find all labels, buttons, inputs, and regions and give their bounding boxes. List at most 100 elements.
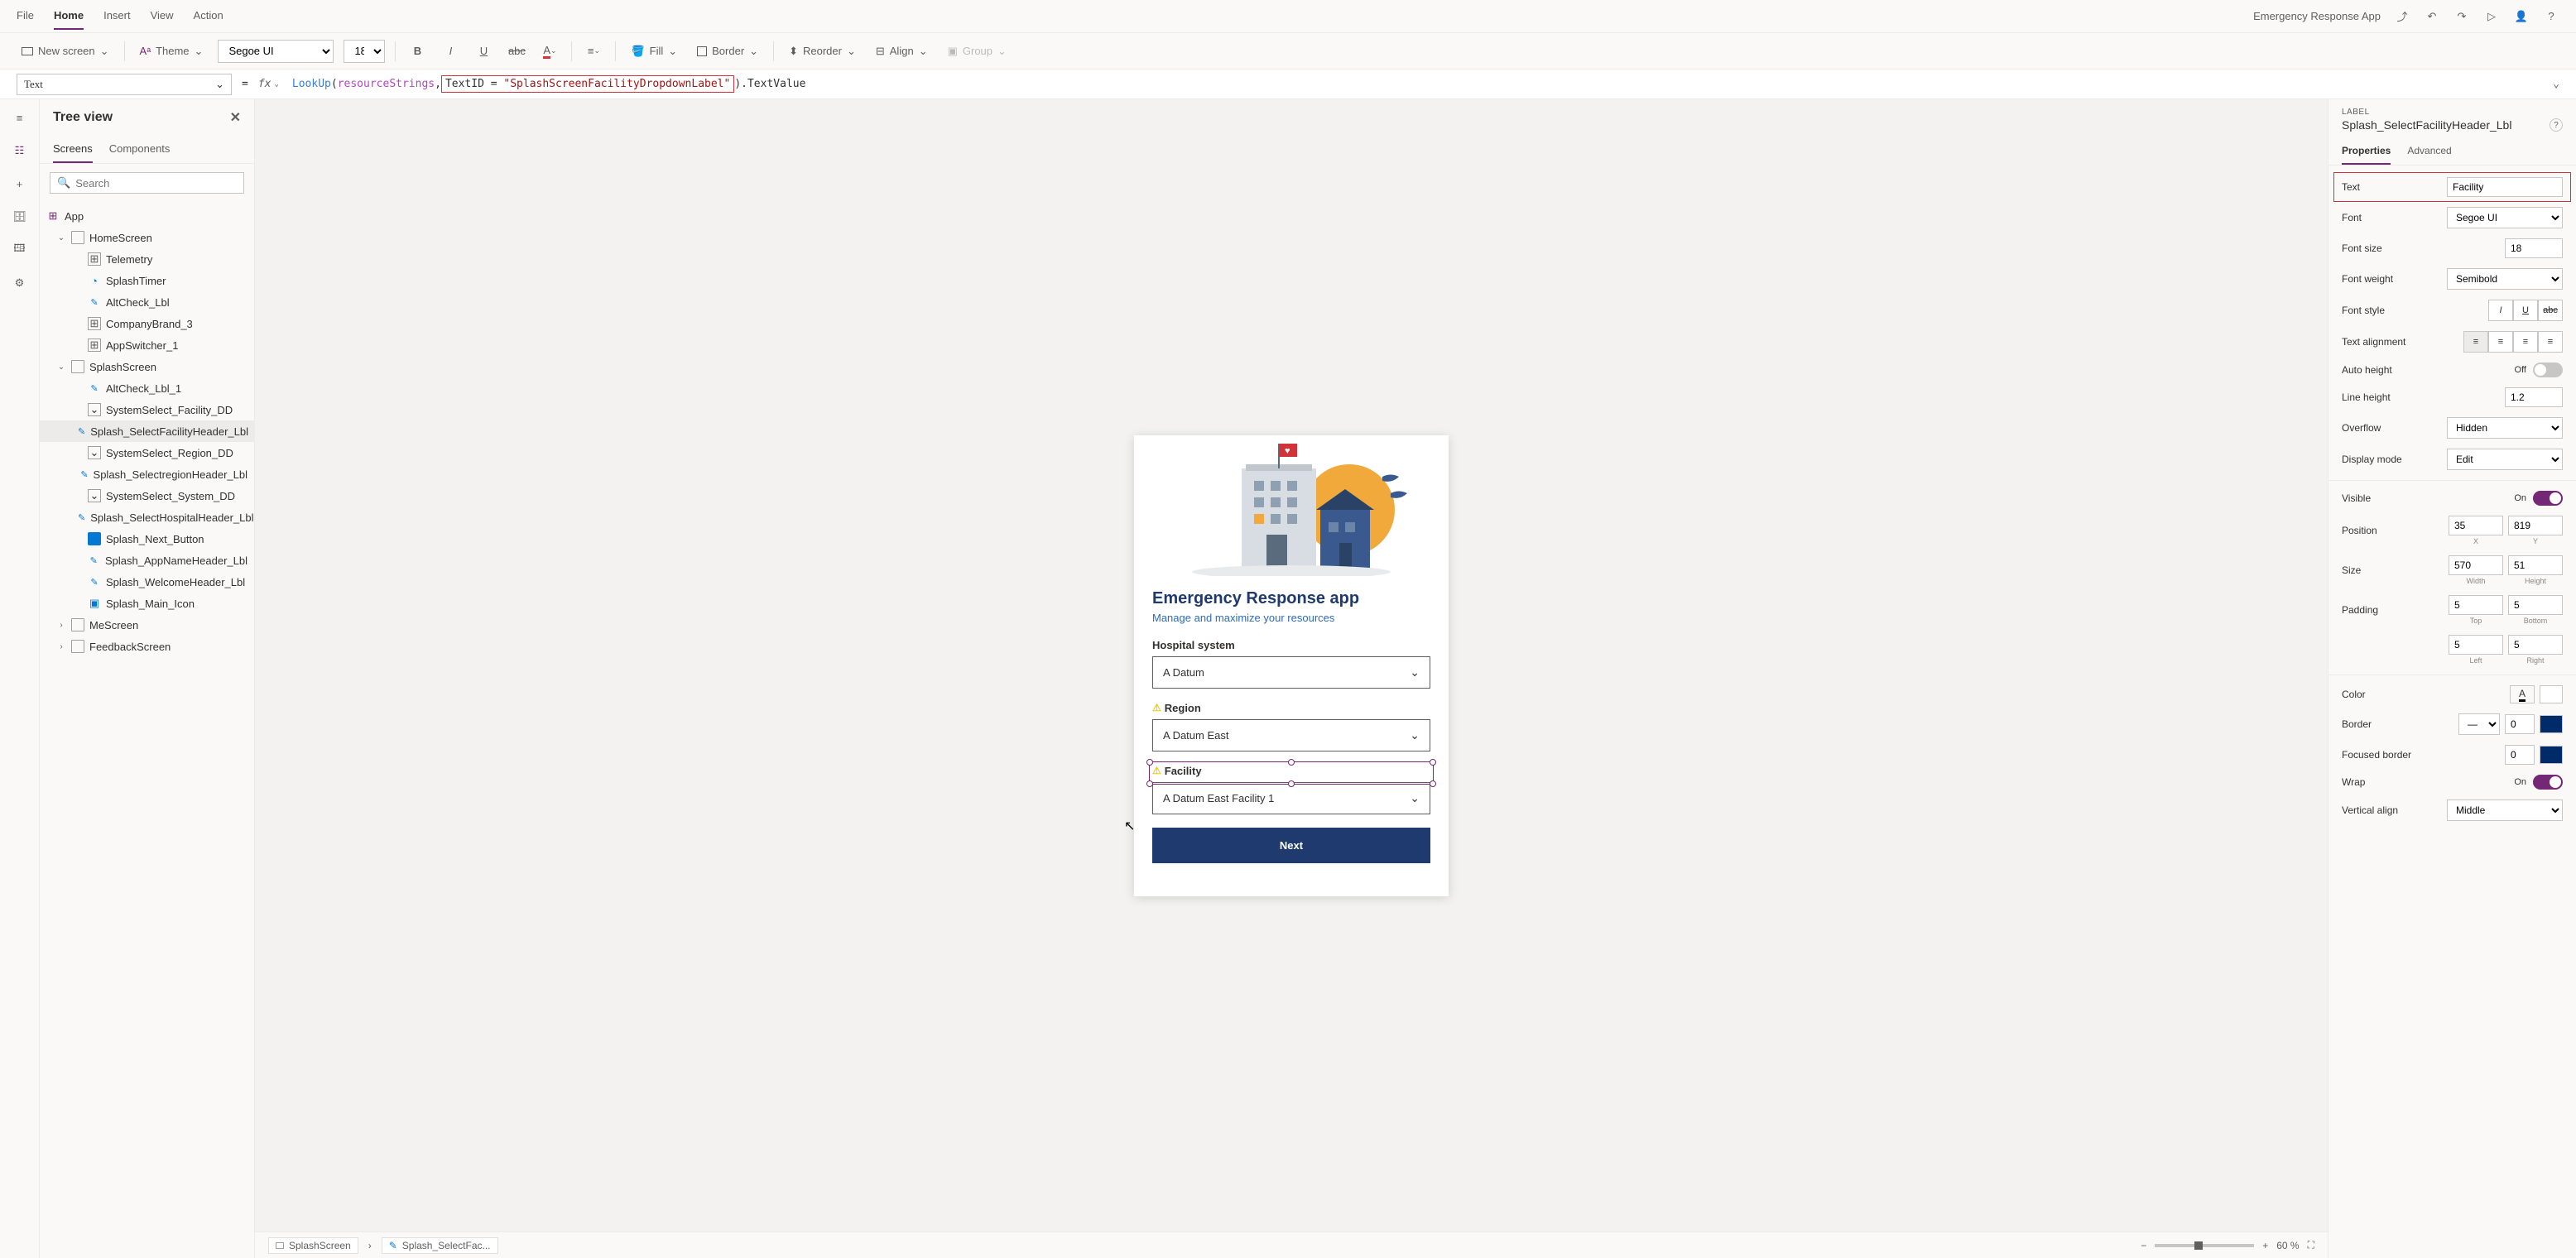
share-icon[interactable]: ⤴ — [2394, 8, 2410, 25]
menu-home[interactable]: Home — [54, 2, 84, 30]
tree-item-AltCheck_Lbl[interactable]: ✎AltCheck_Lbl — [40, 291, 254, 313]
size-w-input[interactable] — [2449, 555, 2503, 575]
tab-screens[interactable]: Screens — [53, 136, 93, 163]
formula-input[interactable]: LookUp(resourceStrings, TextID = "Splash… — [289, 72, 2543, 96]
border-style-select[interactable]: — — [2458, 713, 2500, 735]
insert-icon[interactable]: + — [12, 175, 28, 192]
tree-item-CompanyBrand_3[interactable]: ⊞CompanyBrand_3 — [40, 313, 254, 334]
tree-item-SystemSelect_Region_DD[interactable]: ⌄SystemSelect_Region_DD — [40, 442, 254, 463]
pos-y-input[interactable] — [2508, 516, 2563, 535]
size-h-input[interactable] — [2508, 555, 2563, 575]
pad-t-input[interactable] — [2449, 595, 2503, 615]
help-icon[interactable]: ? — [2543, 8, 2559, 25]
tree-item-SystemSelect_Facility_DD[interactable]: ⌄SystemSelect_Facility_DD — [40, 399, 254, 420]
tab-properties[interactable]: Properties — [2342, 138, 2391, 165]
fill-button[interactable]: 🪣Fill ⌄ — [626, 41, 682, 61]
prop-font-weight[interactable]: Font weightSemibold — [2328, 263, 2576, 295]
lineheight-input[interactable] — [2505, 387, 2563, 407]
bold-icon[interactable]: B — [406, 40, 429, 63]
pad-b-input[interactable] — [2508, 595, 2563, 615]
font-size-select[interactable]: 18 — [344, 40, 385, 63]
tab-components[interactable]: Components — [109, 136, 171, 163]
pad-l-input[interactable] — [2449, 635, 2503, 655]
underline-icon[interactable]: U — [472, 40, 495, 63]
canvas-area[interactable]: ♥ Emergency Response app Manage and maxi… — [255, 99, 2328, 1232]
underline-toggle[interactable]: U — [2513, 300, 2538, 321]
align-right[interactable]: ≡ — [2513, 331, 2538, 353]
advanced-icon[interactable]: ⚙ — [12, 275, 28, 291]
focusborder-color-swatch[interactable] — [2540, 746, 2563, 764]
border-button[interactable]: Border ⌄ — [692, 41, 763, 61]
prop-vert-align[interactable]: Vertical alignMiddle — [2328, 795, 2576, 826]
search-input[interactable] — [75, 177, 237, 190]
tree-item-Splash_SelectFacilityHeader_Lbl[interactable]: ✎Splash_SelectFacilityHeader_Lbl⋯ — [40, 420, 254, 442]
tree-item-Splash_Main_Icon[interactable]: ▣Splash_Main_Icon — [40, 593, 254, 614]
strike-toggle[interactable]: abc — [2538, 300, 2563, 321]
strikethrough-icon[interactable]: abc — [505, 40, 528, 63]
tree-item-Splash_WelcomeHeader_Lbl[interactable]: ✎Splash_WelcomeHeader_Lbl — [40, 571, 254, 593]
autoheight-toggle[interactable] — [2533, 363, 2563, 377]
tree-view-icon[interactable]: ☷ — [12, 142, 28, 159]
tree-item-AltCheck_Lbl_1[interactable]: ✎AltCheck_Lbl_1 — [40, 377, 254, 399]
next-button[interactable]: Next — [1152, 828, 1430, 863]
prop-fontsize-input[interactable] — [2505, 238, 2563, 258]
tree-item-AppSwitcher_1[interactable]: ⊞AppSwitcher_1 — [40, 334, 254, 356]
tree-item-SystemSelect_System_DD[interactable]: ⌄SystemSelect_System_DD — [40, 485, 254, 507]
align-button[interactable]: ⊟Align ⌄ — [871, 41, 933, 61]
prop-font[interactable]: FontSegoe UI — [2328, 202, 2576, 233]
prop-display-mode[interactable]: Display modeEdit — [2328, 444, 2576, 475]
vertalign-select[interactable]: Middle — [2447, 799, 2563, 821]
overflow-select[interactable]: Hidden — [2447, 417, 2563, 439]
formula-expand-icon[interactable]: ⌄ — [2553, 78, 2559, 90]
reorder-button[interactable]: ⬍Reorder ⌄ — [784, 41, 861, 61]
tree-item-Splash_SelectregionHeader_Lbl[interactable]: ✎Splash_SelectregionHeader_Lbl — [40, 463, 254, 485]
tree-item-SplashScreen[interactable]: ⌄SplashScreen — [40, 356, 254, 377]
prop-line-height[interactable]: Line height — [2328, 382, 2576, 412]
close-icon[interactable]: ✕ — [230, 109, 241, 126]
italic-toggle[interactable]: I — [2488, 300, 2513, 321]
fit-screen-icon[interactable]: ⛶ — [2308, 1239, 2314, 1251]
tree-item-Splash_SelectHospitalHeader_Lbl[interactable]: ✎Splash_SelectHospitalHeader_Lbl — [40, 507, 254, 528]
prop-font-select[interactable]: Segoe UI — [2447, 207, 2563, 228]
breadcrumb-screen[interactable]: SplashScreen — [268, 1237, 358, 1254]
hospital-dropdown[interactable]: A Datum⌄ — [1152, 656, 1430, 689]
media-icon[interactable]: 🖽 — [12, 242, 28, 258]
menu-view[interactable]: View — [151, 2, 174, 30]
tree-item-SplashTimer[interactable]: ◔SplashTimer — [40, 270, 254, 291]
align-text-icon[interactable]: ≡⌄ — [582, 40, 605, 63]
search-box[interactable]: 🔍 — [50, 172, 244, 194]
tree-item-Splash_AppNameHeader_Lbl[interactable]: ✎Splash_AppNameHeader_Lbl — [40, 550, 254, 571]
align-justify[interactable]: ≡ — [2538, 331, 2563, 353]
prop-font-size[interactable]: Font size — [2328, 233, 2576, 263]
tree-root-app[interactable]: ⊞App — [40, 205, 254, 227]
tab-advanced[interactable]: Advanced — [2407, 138, 2451, 165]
theme-button[interactable]: AᵃTheme ⌄ — [135, 41, 209, 61]
font-color-icon[interactable]: A ⌄ — [538, 40, 561, 63]
tree-item-Telemetry[interactable]: ⊞Telemetry — [40, 248, 254, 270]
hamburger-icon[interactable]: ≡ — [12, 109, 28, 126]
border-color-swatch[interactable] — [2540, 715, 2563, 733]
prop-text-input[interactable] — [2447, 177, 2563, 197]
font-select[interactable]: Segoe UI — [218, 40, 334, 63]
pad-r-input[interactable] — [2508, 635, 2563, 655]
align-left[interactable]: ≡ — [2463, 331, 2488, 353]
new-screen-button[interactable]: New screen ⌄ — [17, 41, 114, 61]
pos-x-input[interactable] — [2449, 516, 2503, 535]
italic-icon[interactable]: I — [439, 40, 462, 63]
undo-icon[interactable]: ↶ — [2424, 8, 2440, 25]
wrap-toggle[interactable] — [2533, 775, 2563, 790]
displaymode-select[interactable]: Edit — [2447, 449, 2563, 470]
tree-item-FeedbackScreen[interactable]: ›FeedbackScreen — [40, 636, 254, 657]
prop-text[interactable]: Text — [2333, 172, 2571, 202]
play-icon[interactable]: ▷ — [2483, 8, 2500, 25]
font-color-swatch[interactable]: A — [2510, 685, 2535, 703]
tree-item-MeScreen[interactable]: ›MeScreen — [40, 614, 254, 636]
tree-item-HomeScreen[interactable]: ⌄HomeScreen — [40, 227, 254, 248]
zoom-slider[interactable] — [2155, 1244, 2254, 1247]
align-center[interactable]: ≡ — [2488, 331, 2513, 353]
facility-dropdown[interactable]: A Datum East Facility 1⌄ — [1152, 782, 1430, 814]
menu-action[interactable]: Action — [194, 2, 223, 30]
menu-file[interactable]: File — [17, 2, 34, 30]
data-icon[interactable]: 🗄 — [12, 209, 28, 225]
zoom-in-icon[interactable]: + — [2262, 1240, 2268, 1251]
